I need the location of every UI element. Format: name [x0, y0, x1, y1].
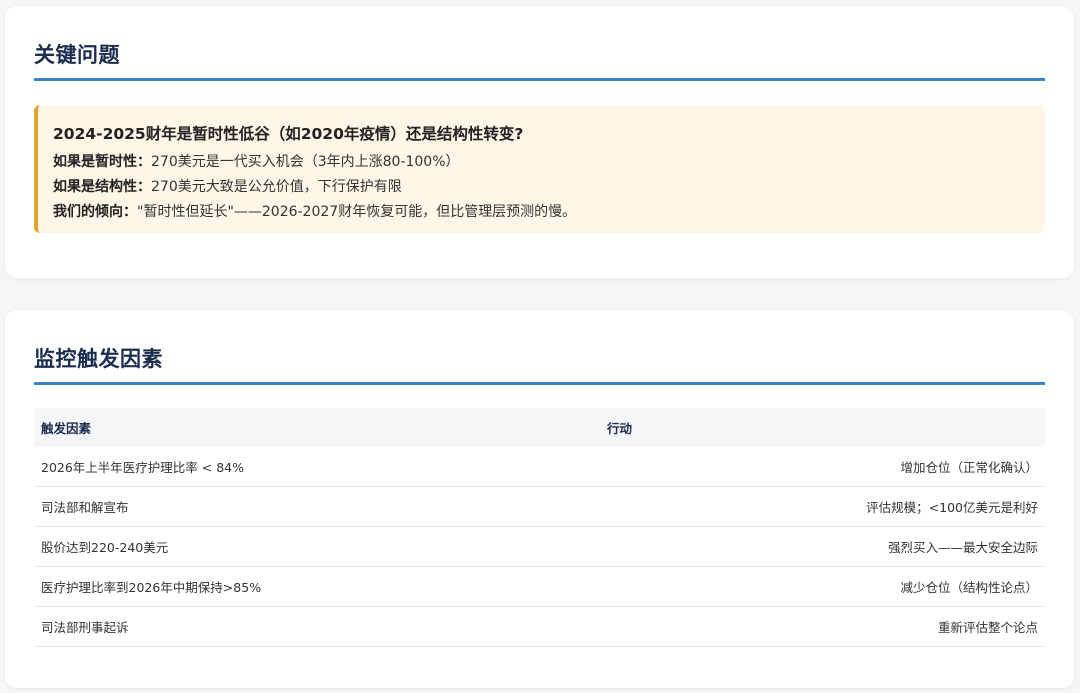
trigger-cell: 医疗护理比率到2026年中期保持>85% [34, 566, 600, 607]
key-question-card: 关键问题 2024-2025财年是暂时性低谷（如2020年疫情）还是结构性转变?… [5, 6, 1074, 278]
key-question-callout: 2024-2025财年是暂时性低谷（如2020年疫情）还是结构性转变? 如果是暂… [34, 105, 1045, 233]
trigger-cell: 司法部刑事起诉 [34, 606, 600, 647]
our-view: 我们的倾向："暂时性但延长"——2026-2027财年恢复可能，但比管理层预测的… [53, 200, 1027, 225]
trigger-cell: 司法部和解宣布 [34, 486, 600, 527]
triggers-title: 监控触发因素 [34, 343, 1045, 385]
trigger-cell: 2026年上半年医疗护理比率 < 84% [34, 447, 600, 487]
scenario-text: "暂时性但延长"——2026-2027财年恢复可能，但比管理层预测的慢。 [137, 204, 577, 220]
table-row: 司法部和解宣布 评估规模；<100亿美元是利好 [34, 486, 1045, 527]
scenario-label: 如果是暂时性： [53, 154, 151, 170]
table-row: 股价达到220-240美元 强烈买入——最大安全边际 [34, 526, 1045, 567]
triggers-table: 触发因素 行动 2026年上半年医疗护理比率 < 84% 增加仓位（正常化确认）… [34, 408, 1045, 647]
table-row: 医疗护理比率到2026年中期保持>85% 减少仓位（结构性论点） [34, 566, 1045, 607]
table-row: 司法部刑事起诉 重新评估整个论点 [34, 606, 1045, 647]
scenario-label: 如果是结构性： [53, 179, 151, 195]
scenario-text: 270美元是一代买入机会（3年内上涨80-100%） [151, 154, 460, 170]
action-cell: 强烈买入——最大安全边际 [600, 526, 1045, 567]
scenario-text: 270美元大致是公允价值，下行保护有限 [151, 179, 402, 195]
action-cell: 重新评估整个论点 [600, 606, 1045, 647]
table-header-row: 触发因素 行动 [34, 408, 1045, 447]
header-action: 行动 [600, 408, 1045, 447]
action-cell: 增加仓位（正常化确认） [600, 447, 1045, 487]
trigger-cell: 股价达到220-240美元 [34, 526, 600, 567]
key-question-title: 关键问题 [34, 39, 1045, 81]
triggers-card: 监控触发因素 触发因素 行动 2026年上半年医疗护理比率 < 84% 增加仓位… [5, 310, 1074, 688]
action-cell: 评估规模；<100亿美元是利好 [600, 486, 1045, 527]
scenario-temporary: 如果是暂时性：270美元是一代买入机会（3年内上涨80-100%） [53, 150, 1027, 175]
scenario-structural: 如果是结构性：270美元大致是公允价值，下行保护有限 [53, 175, 1027, 200]
table-row: 2026年上半年医疗护理比率 < 84% 增加仓位（正常化确认） [34, 447, 1045, 487]
header-trigger: 触发因素 [34, 408, 600, 447]
scenario-label: 我们的倾向： [53, 204, 137, 220]
action-cell: 减少仓位（结构性论点） [600, 566, 1045, 607]
key-question-text: 2024-2025财年是暂时性低谷（如2020年疫情）还是结构性转变? [53, 125, 524, 143]
